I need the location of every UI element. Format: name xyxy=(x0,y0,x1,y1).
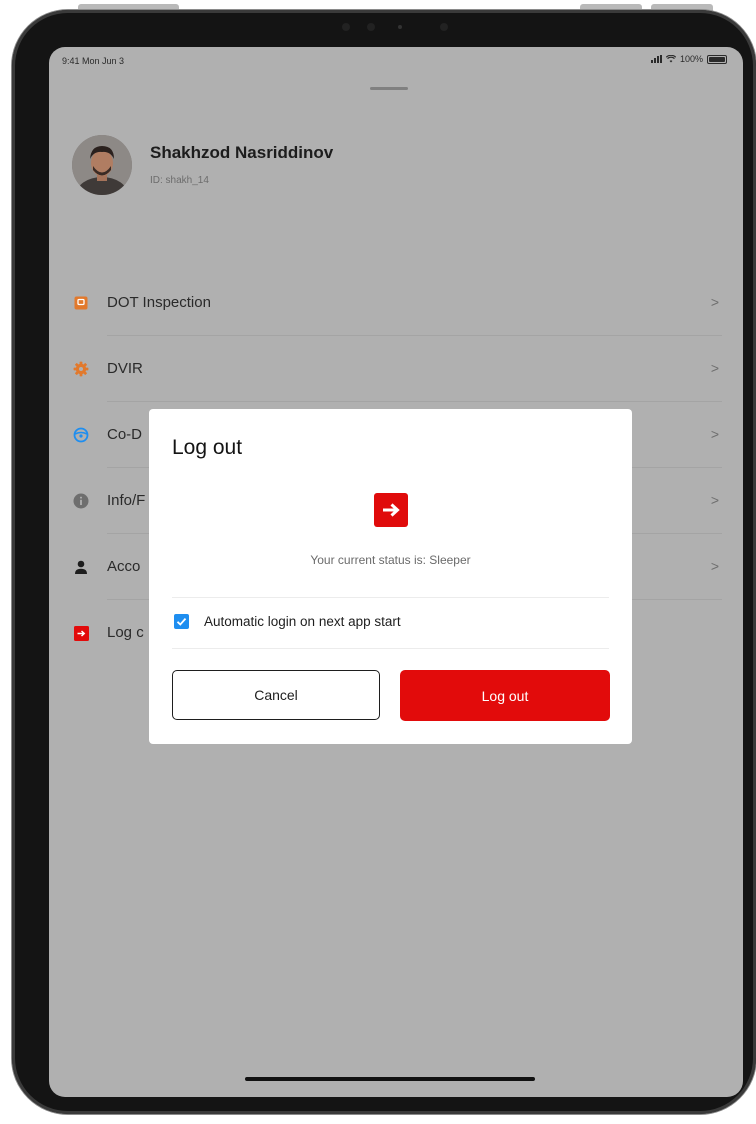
dot-inspection-icon xyxy=(73,295,89,311)
menu-item-label: Co-D xyxy=(107,426,143,443)
wifi-icon xyxy=(665,55,676,63)
dialog-title: Log out xyxy=(172,436,243,459)
chevron-right-icon: > xyxy=(710,426,719,442)
logout-button[interactable]: Log out xyxy=(400,670,610,721)
tablet-device-frame: 9:41 Mon Jun 3 100% Shakhzod Nasriddinov… xyxy=(12,10,756,1114)
profile-id: ID: shakh_14 xyxy=(150,175,209,186)
dialog-divider xyxy=(172,597,609,598)
home-indicator[interactable] xyxy=(245,1077,535,1081)
logout-dialog: Log out Your current status is: Sleeper … xyxy=(149,409,632,744)
chevron-right-icon: > xyxy=(710,492,719,508)
logout-icon xyxy=(73,625,89,641)
avatar xyxy=(72,135,132,195)
status-indicators: 100% xyxy=(650,54,727,64)
camera-dot xyxy=(342,23,350,31)
camera-dot xyxy=(440,23,448,31)
cellular-signal-icon xyxy=(650,55,662,63)
chevron-right-icon: > xyxy=(710,360,719,376)
logout-icon xyxy=(374,493,408,527)
cancel-button[interactable]: Cancel xyxy=(172,670,380,720)
current-status-text: Your current status is: Sleeper xyxy=(310,553,471,567)
menu-item-label: Acco xyxy=(107,558,141,575)
app-screen: 9:41 Mon Jun 3 100% Shakhzod Nasriddinov… xyxy=(49,47,743,1097)
chevron-right-icon: > xyxy=(710,558,719,574)
info-icon xyxy=(73,493,89,509)
camera-dot xyxy=(398,25,402,29)
auto-login-checkbox[interactable] xyxy=(174,614,189,629)
person-icon xyxy=(73,559,89,575)
menu-item-label: DOT Inspection xyxy=(107,294,211,311)
menu-item-dvir[interactable]: DVIR > xyxy=(49,336,743,402)
gear-icon xyxy=(73,361,89,377)
menu-item-label: Log c xyxy=(107,624,144,641)
camera-dot xyxy=(367,23,375,31)
battery-icon xyxy=(707,54,727,64)
steering-wheel-icon xyxy=(73,427,89,443)
auto-login-label: Automatic login on next app start xyxy=(204,614,401,629)
menu-item-dot-inspection[interactable]: DOT Inspection > xyxy=(49,270,743,336)
status-time: 9:41 Mon Jun 3 xyxy=(62,56,125,66)
sheet-grabber[interactable] xyxy=(370,87,408,90)
status-bar: 9:41 Mon Jun 3 100% xyxy=(49,47,743,69)
chevron-right-icon: > xyxy=(710,294,719,310)
menu-item-label: DVIR xyxy=(107,360,143,377)
profile-name: Shakhzod Nasriddinov xyxy=(150,143,334,162)
checkmark-icon xyxy=(176,618,187,626)
dialog-divider xyxy=(172,648,609,649)
menu-item-label: Info/F xyxy=(107,492,146,509)
auto-login-option[interactable]: Automatic login on next app start xyxy=(174,614,401,629)
battery-percent: 100% xyxy=(679,54,703,64)
